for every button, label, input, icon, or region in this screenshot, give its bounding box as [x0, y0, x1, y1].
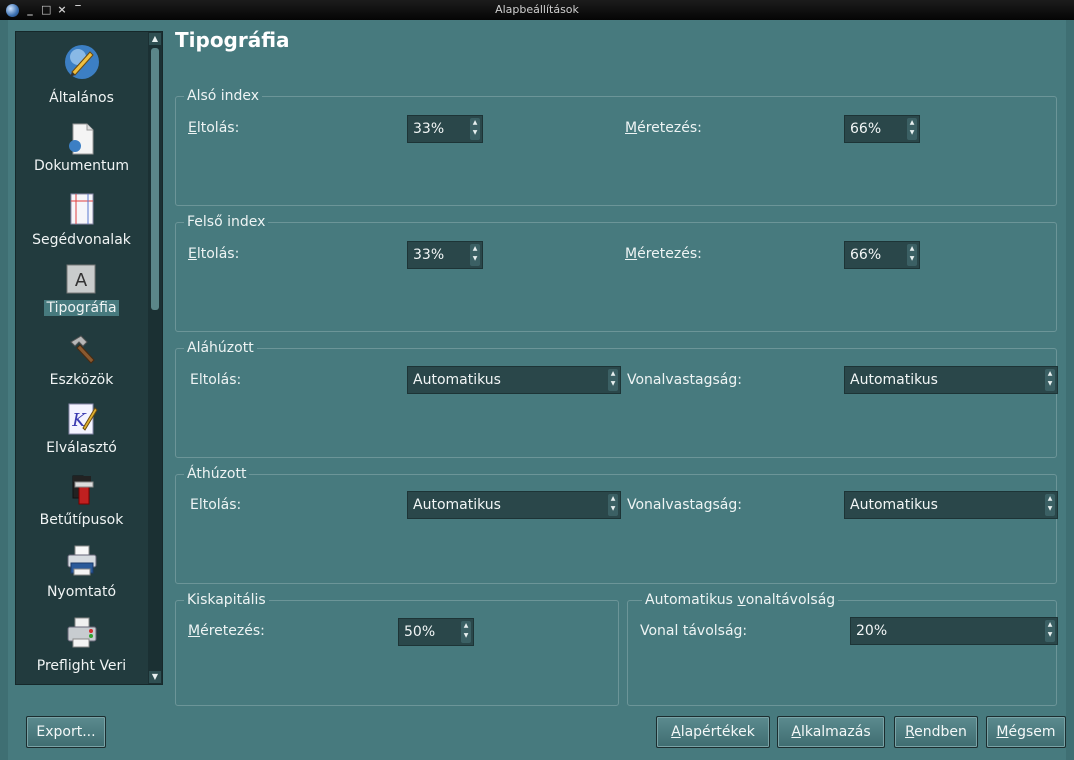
spin-arrows-icon[interactable]: ▲ ▼ — [470, 118, 480, 140]
scroll-down-arrow-icon[interactable]: ▼ — [149, 671, 161, 683]
spin-arrows-icon[interactable]: ▲ ▼ — [1045, 620, 1055, 642]
title-bar: _ □ × ‾ Alapbeállítások — [0, 0, 1074, 20]
sidebar-item-label: Segédvonalak — [32, 232, 131, 248]
smallcaps-group: Kiskapitális — [175, 591, 619, 706]
underline-width-combo[interactable]: Automatikus ▲ ▼ — [844, 366, 1058, 394]
label-rest: ltolás: — [196, 120, 240, 136]
sidebar-item-label: Tipográfia — [44, 300, 119, 316]
strikethrough-width-label: Vonalvastagság: — [627, 497, 742, 513]
smallcaps-scale-label: Méretezés: — [188, 623, 265, 639]
preflight-icon — [67, 617, 97, 648]
spin-arrows-icon[interactable]: ▲ ▼ — [461, 621, 471, 643]
typography-icon: A — [66, 264, 96, 294]
sidebar-item-label: Betűtípusok — [39, 512, 124, 528]
cancel-button[interactable]: Mégsem — [986, 716, 1066, 748]
sidebar-item-label: Dokumentum — [33, 158, 130, 174]
sidebar-item-tipografia[interactable]: A Tipográfia — [16, 258, 147, 328]
sidebar-item-preflight[interactable]: Preflight Veri — [16, 612, 147, 682]
group-title: Áthúzott — [184, 465, 250, 483]
spin-value: 66% — [850, 121, 882, 137]
group-title: Automatikus vonaltávolság — [642, 591, 839, 609]
guides-icon — [70, 193, 94, 225]
scroll-up-arrow-icon[interactable]: ▲ — [149, 33, 161, 45]
spin-value: 50% — [404, 624, 436, 640]
superscript-offset-spinbox[interactable]: 33% ▲ ▼ — [407, 241, 483, 269]
sidebar-item-label: Preflight Veri — [36, 658, 127, 674]
group-title: Felső index — [184, 213, 269, 231]
subscript-offset-label: Eltolás: — [188, 120, 240, 136]
hyphenator-icon: K — [68, 403, 98, 435]
underline-offset-label: Eltolás: — [190, 372, 242, 388]
group-title: Kiskapitális — [184, 591, 269, 609]
svg-text:A: A — [75, 270, 88, 291]
underline-offset-combo[interactable]: Automatikus ▲ ▼ — [407, 366, 621, 394]
sidebar-item-betutipusok[interactable]: Betűtípusok — [16, 468, 147, 538]
spin-arrows-icon[interactable]: ▲ ▼ — [907, 118, 917, 140]
spin-arrows-icon[interactable]: ▲ ▼ — [1045, 494, 1055, 516]
page-title: Tipográfia — [175, 28, 290, 52]
spin-value: 33% — [413, 121, 445, 137]
combo-value: Automatikus — [850, 372, 938, 388]
strikethrough-width-combo[interactable]: Automatikus ▲ ▼ — [844, 491, 1058, 519]
subscript-group: Alsó index — [175, 87, 1057, 206]
apply-button[interactable]: Alkalmazás — [777, 716, 885, 748]
combo-value: Automatikus — [413, 497, 501, 513]
group-title: Aláhúzott — [184, 339, 257, 357]
superscript-scale-label: Méretezés: — [625, 246, 702, 262]
document-icon — [69, 123, 94, 155]
export-button[interactable]: Export... — [26, 716, 106, 748]
spin-arrows-icon[interactable]: ▲ ▼ — [907, 244, 917, 266]
defaults-button[interactable]: Alapértékek — [656, 716, 770, 748]
sidebar-item-label: Eszközök — [49, 372, 114, 388]
window-title: Alapbeállítások — [495, 3, 579, 16]
hammer-icon — [70, 335, 95, 364]
scroll-thumb[interactable] — [151, 48, 159, 310]
sidebar-item-label: Elválasztó — [46, 440, 117, 456]
subscript-scale-spinbox[interactable]: 66% ▲ ▼ — [844, 115, 920, 143]
sidebar-item-label: Nyomtató — [46, 584, 117, 600]
underline-width-label: Vonalvastagság: — [627, 372, 742, 388]
sidebar-item-elvalaszto[interactable]: K Elválasztó — [16, 398, 147, 468]
sidebar-item-label: Általános — [49, 90, 114, 106]
spin-arrows-icon[interactable]: ▲ ▼ — [608, 494, 618, 516]
autospacing-distance-spinbox[interactable]: 20% ▲ ▼ — [850, 617, 1058, 645]
globe-pen-icon — [65, 45, 99, 79]
spin-arrows-icon[interactable]: ▲ ▼ — [1045, 369, 1055, 391]
spin-value: 66% — [850, 247, 882, 263]
combo-value: Automatikus — [413, 372, 501, 388]
superscript-scale-spinbox[interactable]: 66% ▲ ▼ — [844, 241, 920, 269]
sidebar-item-dokumentum[interactable]: Dokumentum — [16, 116, 147, 186]
autospacing-distance-label: Vonal távolság: — [640, 623, 748, 639]
sidebar-item-altalanos[interactable]: Általános — [16, 38, 147, 108]
strikethrough-offset-combo[interactable]: Automatikus ▲ ▼ — [407, 491, 621, 519]
group-title: Alsó index — [184, 87, 263, 105]
subscript-scale-label: Méretezés: — [625, 120, 702, 136]
spin-arrows-icon[interactable]: ▲ ▼ — [470, 244, 480, 266]
strikethrough-offset-label: Eltolás: — [190, 497, 242, 513]
superscript-offset-label: Eltolás: — [188, 246, 240, 262]
sidebar-item-eszkozok[interactable]: Eszközök — [16, 328, 147, 398]
smallcaps-scale-spinbox[interactable]: 50% ▲ ▼ — [398, 618, 474, 646]
spin-value: 33% — [413, 247, 445, 263]
spin-value: 20% — [856, 623, 888, 639]
ok-button[interactable]: Rendben — [894, 716, 978, 748]
spin-arrows-icon[interactable]: ▲ ▼ — [608, 369, 618, 391]
subscript-offset-spinbox[interactable]: 33% ▲ ▼ — [407, 115, 483, 143]
printer-icon — [67, 545, 97, 576]
sidebar-scrollbar[interactable]: ▲ ▼ — [148, 32, 162, 684]
category-sidebar: Általános Dokumentum Segédvonalak A Tipo… — [15, 31, 163, 685]
superscript-group: Felső index — [175, 213, 1057, 332]
sidebar-item-nyomtato[interactable]: Nyomtató — [16, 538, 147, 608]
underline-group: Aláhúzott — [175, 339, 1057, 458]
combo-value: Automatikus — [850, 497, 938, 513]
fonts-icon — [72, 475, 94, 505]
autospacing-group: Automatikus vonaltávolság — [627, 591, 1057, 706]
sidebar-item-segedvonalak[interactable]: Segédvonalak — [16, 186, 147, 256]
